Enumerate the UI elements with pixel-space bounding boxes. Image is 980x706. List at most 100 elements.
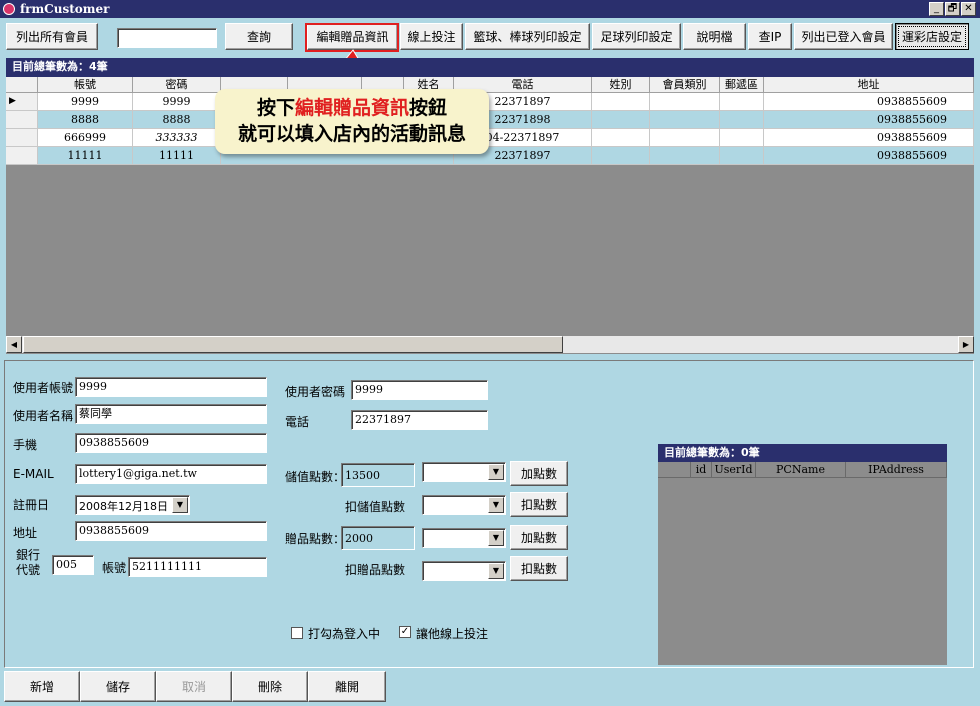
dropdown-arrow-icon[interactable]: ▼ [488,464,504,480]
scroll-left-icon[interactable]: ◀ [6,336,22,353]
column-header-gender[interactable]: 姓別 [592,77,650,93]
address-field[interactable]: 0938855609 [75,521,267,541]
add-stored-points-button[interactable]: 加點數 [510,461,568,486]
search-input[interactable] [117,28,217,48]
cell-member-type[interactable] [650,93,720,111]
grid-corner-header [6,77,38,93]
deduct-gift-points-button[interactable]: 扣點數 [510,556,568,581]
cell-zip[interactable] [720,93,764,111]
row-selector[interactable] [6,147,38,165]
lottery-store-settings-button[interactable]: 運彩店設定 [895,23,969,50]
logged-in-label: 打勾為登入中 [308,627,381,641]
allow-online-checkbox[interactable]: ✓ [399,626,411,638]
member-grid: 帳號 密碼 姓名 電話 姓別 會員類別 郵遞區 地址 ▶ 9999 9999 2… [6,77,974,354]
login-grid-corner [658,462,691,478]
cell-address[interactable]: 0938855609 [764,129,974,147]
mobile-field[interactable]: 0938855609 [75,433,267,453]
save-button[interactable]: 儲存 [80,671,156,702]
cancel-button[interactable]: 取消 [156,671,232,702]
password-field[interactable]: 9999 [351,380,488,400]
account-field[interactable]: 9999 [75,377,267,397]
online-bet-button[interactable]: 線上投注 [400,23,463,50]
add-stored-points-select[interactable]: ▼ [422,462,506,482]
column-header-pcname[interactable]: PCName [756,462,846,478]
cell-gender[interactable] [592,147,650,165]
instruction-callout: 按下編輯贈品資訊按鈕 就可以填入店內的活動訊息 [215,89,489,154]
cell-password[interactable]: 8888 [133,111,221,129]
account-label: 使用者帳號 [13,381,74,395]
add-gift-points-select[interactable]: ▼ [422,528,506,548]
cell-account[interactable]: 8888 [38,111,133,129]
row-selector[interactable] [6,111,38,129]
add-button[interactable]: 新增 [4,671,80,702]
cell-gender[interactable] [592,111,650,129]
column-header-id[interactable]: id [691,462,712,478]
minimize-button[interactable]: _ [929,2,944,16]
query-button[interactable]: 查詢 [225,23,293,50]
column-header-account[interactable]: 帳號 [38,77,133,93]
scroll-thumb[interactable] [23,336,563,353]
cell-zip[interactable] [720,147,764,165]
deduct-gift-points-select[interactable]: ▼ [422,561,506,581]
callout-suffix: 按鈕 [409,97,448,119]
cell-member-type[interactable] [650,147,720,165]
email-field[interactable]: lottery1@giga.net.tw [75,464,267,484]
dropdown-arrow-icon[interactable]: ▼ [172,497,188,513]
add-gift-points-button[interactable]: 加點數 [510,525,568,550]
table-row[interactable]: ▶ 9999 9999 22371897 0938855609 [6,93,974,111]
callout-line-2: 就可以填入店內的活動訊息 [237,123,466,145]
cell-gender[interactable] [592,129,650,147]
cell-password[interactable]: 333333 [133,129,221,147]
help-button[interactable]: 說明檔 [683,23,746,50]
row-selector[interactable]: ▶ [6,93,38,111]
phone-field[interactable]: 22371897 [351,410,488,430]
list-logged-in-button[interactable]: 列出已登入會員 [794,23,893,50]
dropdown-arrow-icon[interactable]: ▼ [488,563,504,579]
dropdown-arrow-icon[interactable]: ▼ [488,497,504,513]
bank-account-field[interactable]: 5211111111 [128,557,267,577]
delete-button[interactable]: 刪除 [232,671,308,702]
mobile-label: 手機 [13,438,38,452]
username-field[interactable]: 蔡同學 [75,404,267,424]
cell-account[interactable]: 9999 [38,93,133,111]
cell-account[interactable]: 666999 [38,129,133,147]
table-row[interactable]: 666999 333333 04-22371897 0938855609 [6,129,974,147]
deduct-stored-points-button[interactable]: 扣點數 [510,492,568,517]
list-all-members-button[interactable]: 列出所有會員 [6,23,98,50]
table-row[interactable]: 11111 11111 22371897 0938855609 [6,147,974,165]
column-header-password[interactable]: 密碼 [133,77,221,93]
deduct-stored-points-select[interactable]: ▼ [422,495,506,515]
table-row[interactable]: 8888 8888 22371898 0938855609 [6,111,974,129]
cell-password[interactable]: 9999 [133,93,221,111]
column-header-zip[interactable]: 郵遞區 [720,77,764,93]
regdate-picker[interactable]: 2008年12月18日 ▼ [75,495,190,515]
logged-in-checkbox[interactable] [291,627,303,639]
cell-password[interactable]: 11111 [133,147,221,165]
cell-account[interactable]: 11111 [38,147,133,165]
cell-address[interactable]: 0938855609 [764,93,974,111]
cell-gender[interactable] [592,93,650,111]
dropdown-arrow-icon[interactable]: ▼ [488,530,504,546]
column-header-address[interactable]: 地址 [764,77,974,93]
column-header-userid[interactable]: UserId [712,462,756,478]
check-ip-button[interactable]: 查IP [748,23,792,50]
cell-zip[interactable] [720,129,764,147]
row-selector[interactable] [6,129,38,147]
maximize-button[interactable]: 🗗 [945,2,960,16]
window-title-bar: frmCustomer [0,0,980,18]
soccer-print-settings-button[interactable]: 足球列印設定 [592,23,681,50]
basketball-print-settings-button[interactable]: 籃球、棒球列印設定 [465,23,590,50]
cell-zip[interactable] [720,111,764,129]
exit-button[interactable]: 離開 [308,671,386,702]
cell-member-type[interactable] [650,111,720,129]
horizontal-scrollbar[interactable]: ◀ ▶ [6,336,974,353]
column-header-ipaddress[interactable]: IPAddress [846,462,947,478]
close-button[interactable]: ✕ [961,2,976,16]
cell-member-type[interactable] [650,129,720,147]
bank-label-2: 代號 [16,563,41,577]
cell-address[interactable]: 0938855609 [764,111,974,129]
scroll-right-icon[interactable]: ▶ [958,336,974,353]
bank-code-field[interactable]: 005 [52,555,94,575]
column-header-member-type[interactable]: 會員類別 [650,77,720,93]
cell-address[interactable]: 0938855609 [764,147,974,165]
